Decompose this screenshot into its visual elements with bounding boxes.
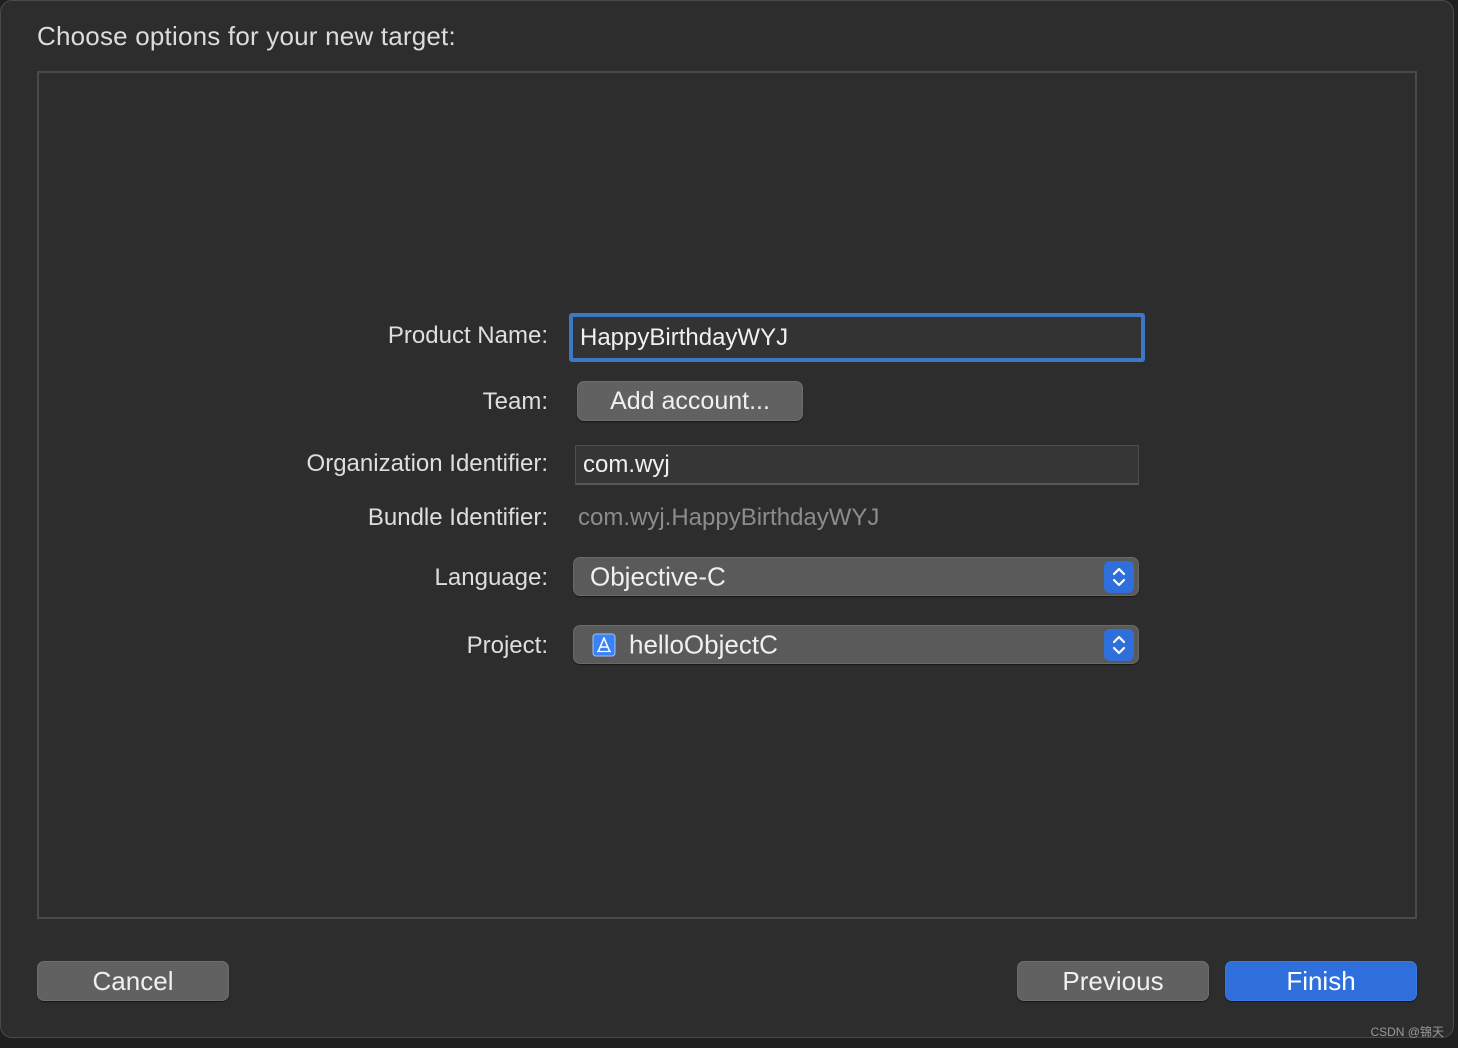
sheet-title: Choose options for your new target: <box>37 21 456 51</box>
organization-identifier-field[interactable]: com.wyj <box>575 445 1139 485</box>
finish-button[interactable]: Finish <box>1225 961 1417 1001</box>
bundle-identifier-value: com.wyj.HappyBirthdayWYJ <box>578 504 880 531</box>
team-label: Team: <box>482 388 548 415</box>
cancel-button-label: Cancel <box>92 965 174 996</box>
organization-identifier-label: Organization Identifier: <box>306 450 548 477</box>
up-down-chevron-icon <box>1104 629 1134 661</box>
watermark: CSDN @锦天 <box>1370 1025 1444 1039</box>
product-name-value: HappyBirthdayWYJ <box>580 323 789 351</box>
finish-button-label: Finish <box>1286 965 1356 996</box>
language-selected: Objective-C <box>590 561 726 591</box>
add-account-button[interactable]: Add account... <box>577 381 803 421</box>
options-panel <box>37 71 1417 919</box>
previous-button-label: Previous <box>1062 965 1164 996</box>
cancel-button[interactable]: Cancel <box>37 961 229 1001</box>
project-popup[interactable]: helloObjectC <box>573 625 1139 664</box>
product-name-field[interactable]: HappyBirthdayWYJ <box>569 313 1145 362</box>
new-target-options-sheet: Choose options for your new target: Prod… <box>0 0 1454 1038</box>
up-down-chevron-icon <box>1104 561 1134 593</box>
add-account-button-label: Add account... <box>610 386 770 415</box>
product-name-label: Product Name: <box>387 322 548 349</box>
previous-button[interactable]: Previous <box>1017 961 1209 1001</box>
organization-identifier-value: com.wyj <box>583 450 670 478</box>
project-label: Project: <box>466 632 548 659</box>
bundle-identifier-label: Bundle Identifier: <box>367 504 548 531</box>
language-label: Language: <box>434 564 548 591</box>
xcode-project-icon <box>592 633 616 657</box>
project-selected: helloObjectC <box>629 629 778 659</box>
language-popup[interactable]: Objective-C <box>573 557 1139 596</box>
